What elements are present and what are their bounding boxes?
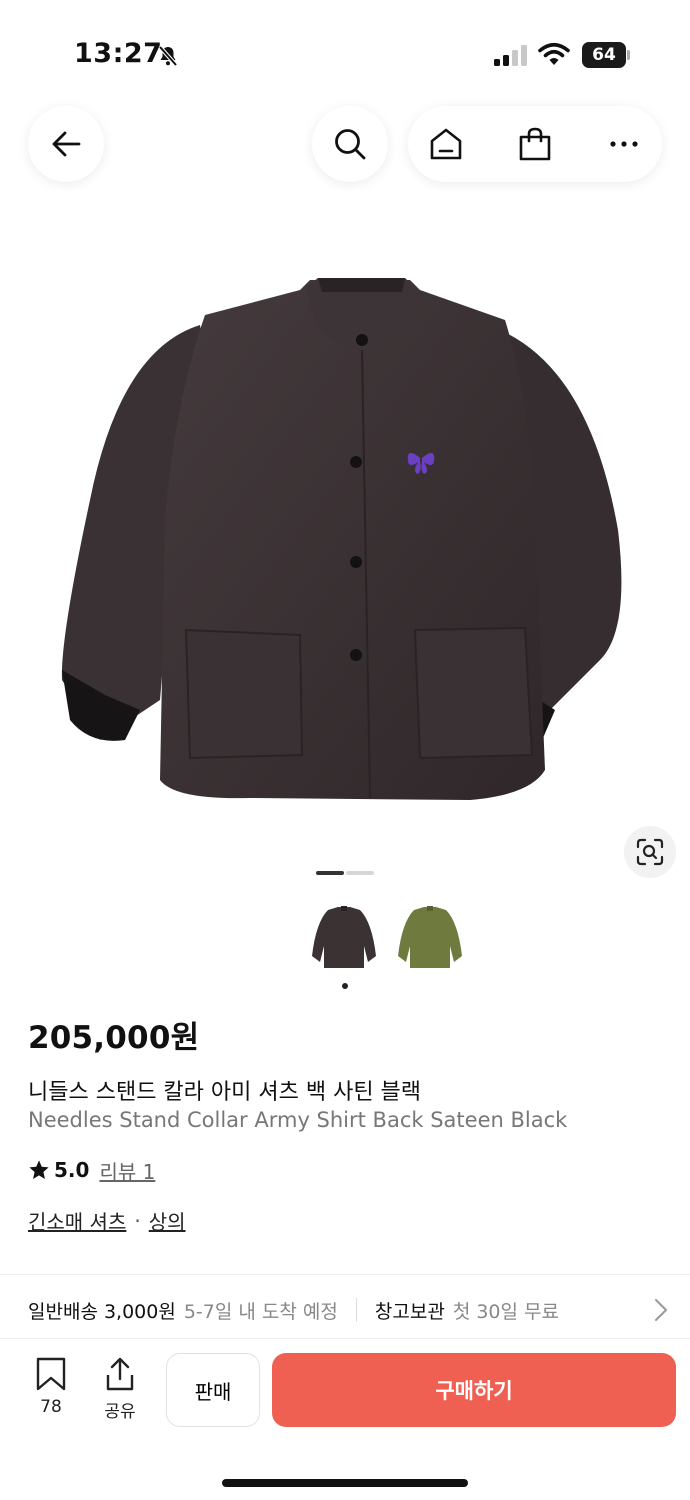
category-link-primary[interactable]: 긴소매 셔츠 [28, 1206, 126, 1235]
wifi-icon [538, 42, 570, 65]
share-button[interactable]: 공유 [94, 1357, 146, 1422]
bookmark-count: 78 [40, 1397, 62, 1417]
thumbnail-olive-jacket[interactable] [394, 902, 466, 974]
product-name-korean: 니들스 스탠드 칼라 아미 셔츠 백 사틴 블랙 [28, 1080, 422, 1105]
more-dots-icon [610, 141, 638, 147]
nav-actions-group [408, 106, 662, 182]
arrow-left-icon [52, 131, 81, 157]
shopping-bag-button[interactable] [497, 106, 573, 182]
thumbnail-black-jacket[interactable] [308, 902, 380, 974]
search-icon [335, 129, 366, 160]
battery-indicator: 64 [582, 42, 630, 68]
storage-label: 창고보관 [374, 1300, 445, 1323]
category-breadcrumb: 긴소매 셔츠 · 상의 [28, 1206, 186, 1235]
lens-scan-icon [636, 838, 664, 866]
home-icon [430, 128, 462, 160]
shipping-eta: 5-7일 내 도착 예정 [183, 1300, 338, 1323]
shipping-divider [355, 1298, 357, 1322]
section-divider [0, 1274, 690, 1275]
signal-icon [494, 45, 527, 66]
product-price: 205,000원 [28, 1020, 200, 1056]
back-button[interactable] [28, 106, 104, 182]
shopping-bag-icon [519, 127, 551, 161]
shipping-row[interactable]: 일반배송 3,000원 5-7일 내 도착 예정 창고보관 첫 30일 무료 [28, 1296, 668, 1324]
thumbnail-selected-dot [342, 983, 348, 989]
product-image[interactable] [0, 200, 690, 880]
buy-button[interactable]: 구매하기 [272, 1353, 676, 1427]
share-icon [106, 1357, 134, 1391]
status-bar: 13:27 64 [0, 0, 690, 100]
pager-indicator [346, 871, 374, 875]
silent-bell-icon [158, 45, 178, 67]
bottom-action-bar: 78 공유 판매 구매하기 [0, 1338, 690, 1500]
home-indicator [222, 1479, 468, 1487]
image-search-button[interactable] [624, 826, 676, 878]
home-button[interactable] [408, 106, 484, 182]
category-link-secondary[interactable]: 상의 [149, 1206, 186, 1235]
star-icon [29, 1160, 49, 1179]
rating-score: 5.0 [54, 1158, 90, 1182]
shipping-label: 일반배송 3,000원 [28, 1300, 176, 1323]
more-button[interactable] [586, 106, 662, 182]
status-time: 13:27 [74, 38, 163, 69]
rating-row: 5.0 리뷰 1 [28, 1156, 155, 1184]
category-separator: · [134, 1208, 141, 1233]
bookmark-button[interactable]: 78 [25, 1357, 77, 1417]
bookmark-icon [36, 1357, 66, 1391]
sell-button[interactable]: 판매 [166, 1353, 260, 1427]
product-name-english: Needles Stand Collar Army Shirt Back Sat… [28, 1108, 568, 1132]
storage-note: 첫 30일 무료 [452, 1300, 559, 1323]
share-label: 공유 [104, 1402, 136, 1422]
battery-level: 64 [582, 42, 626, 68]
pager-indicator-active [316, 871, 344, 875]
chevron-right-icon [655, 1299, 667, 1321]
review-link[interactable]: 리뷰 1 [99, 1156, 155, 1185]
search-button[interactable] [312, 106, 388, 182]
